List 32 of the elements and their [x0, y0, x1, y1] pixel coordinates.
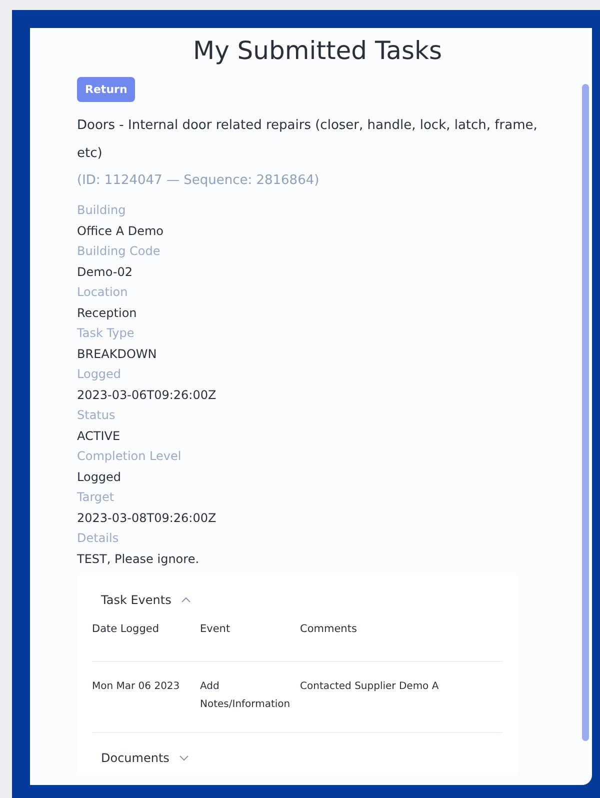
- table-cell: Add Notes/Information: [200, 662, 300, 733]
- task-id: (ID: 1124047 — Sequence: 2816864): [77, 172, 320, 190]
- column-header: Comments: [300, 617, 503, 662]
- column-header: Event: [200, 617, 300, 662]
- field-value: TEST, Please ignore.: [77, 550, 200, 568]
- field-value: Office A Demo: [77, 222, 165, 240]
- column-header: Date Logged: [92, 617, 200, 662]
- field-label: Completion Level: [77, 448, 182, 465]
- field-label: Location: [77, 284, 129, 301]
- scrollbar-thumb[interactable]: [582, 84, 588, 741]
- field-label: Building: [77, 202, 127, 219]
- field-label: Details: [77, 530, 120, 547]
- field-label: Status: [77, 407, 116, 424]
- table-cell: Mon Mar 06 2023: [92, 662, 200, 733]
- field-label: Task Type: [77, 325, 136, 342]
- caret-icon: [181, 597, 192, 603]
- field-label: Target: [77, 489, 116, 506]
- field-value: Reception: [77, 304, 138, 322]
- field-label: Logged: [77, 366, 122, 383]
- field-value: Demo-02: [77, 264, 134, 280]
- section-toggle[interactable]: Documents: [77, 733, 214, 775]
- field-value: Logged: [77, 468, 122, 486]
- caret-icon: [179, 755, 190, 761]
- field-value: ACTIVE: [77, 428, 122, 444]
- field-label: Building Code: [77, 243, 162, 260]
- section-toggle[interactable]: Task Events: [77, 575, 216, 617]
- field-value: BREAKDOWN: [77, 346, 158, 362]
- task-description: Doors - Internal door related repairs (closer, handle, lock, latch, frame, etc): [77, 117, 538, 163]
- page-title: My Submitted Tasks: [192, 36, 443, 65]
- table-cell: Contacted Supplier Demo A: [300, 662, 503, 733]
- field-value: 2023-03-08T09:26:00Z: [77, 510, 218, 526]
- field-value: 2023-03-06T09:26:00Z: [77, 386, 218, 404]
